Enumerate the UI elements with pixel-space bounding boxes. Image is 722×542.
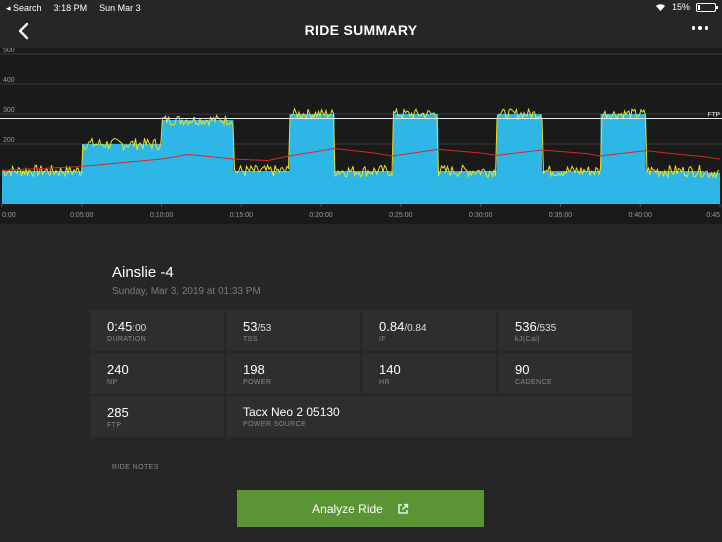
external-link-icon bbox=[398, 503, 409, 514]
x-tick-label: 0:40:00 bbox=[629, 212, 652, 219]
metric-ftp: 285 FTP bbox=[90, 396, 224, 437]
metric-label: TSS bbox=[243, 336, 258, 343]
metric-tss: 53/53 TSS bbox=[226, 310, 360, 351]
y-tick-label: 400 bbox=[3, 77, 15, 84]
metrics-grid: 0:45:00 DURATION 53/53 TSS 0.84/0.84 IF … bbox=[90, 310, 632, 437]
metric-if: 0.84/0.84 IF bbox=[362, 310, 496, 351]
metric-value: 0:45 bbox=[107, 319, 133, 334]
metric-label: NP bbox=[107, 379, 118, 386]
metric-value: 140 bbox=[379, 362, 401, 377]
metric-value: 240 bbox=[107, 362, 129, 377]
analyze-ride-label: Analyze Ride bbox=[312, 501, 383, 516]
y-tick-label: 200 bbox=[3, 137, 15, 144]
ride-name: Ainslie -4 bbox=[112, 264, 174, 281]
ride-notes-label[interactable]: RIDE NOTES bbox=[112, 464, 159, 471]
metric-label: DURATION bbox=[107, 336, 147, 343]
metric-value: 53 bbox=[243, 319, 258, 334]
metric-value: 0.84 bbox=[379, 319, 405, 334]
x-tick-label: 0:05:00 bbox=[70, 212, 93, 219]
x-tick-label: 0:45 bbox=[706, 212, 720, 219]
metric-value: 536 bbox=[515, 319, 537, 334]
metric-value: Tacx Neo 2 05130 bbox=[243, 405, 340, 419]
battery-icon bbox=[696, 2, 718, 12]
metric-label: kJ(Cal) bbox=[515, 336, 540, 343]
y-tick-label: 300 bbox=[3, 107, 15, 114]
more-dot bbox=[698, 26, 702, 30]
battery-percent: 15% bbox=[671, 2, 690, 12]
more-dot bbox=[704, 26, 708, 30]
status-date: Sun Mar 3 bbox=[99, 3, 141, 13]
metric-label: FTP bbox=[107, 422, 122, 429]
metric-np: 240 NP bbox=[90, 353, 224, 394]
power-chart[interactable]: 500 400 300 200 FTP 0:00 0:05:00 0:10:00 0:15:00… bbox=[0, 48, 722, 224]
metric-power: 198 POWER bbox=[226, 353, 360, 394]
metric-hr: 140 HR bbox=[362, 353, 496, 394]
metric-sub: /0.84 bbox=[404, 323, 427, 334]
metric-sub: :00 bbox=[132, 323, 147, 334]
status-back-app[interactable]: ◂ Search bbox=[6, 3, 42, 14]
metric-value: 90 bbox=[515, 362, 530, 377]
metric-label: CADENCE bbox=[515, 379, 553, 386]
metric-value: 285 bbox=[107, 405, 129, 420]
x-tick-label: 0:00 bbox=[2, 212, 16, 219]
x-tick-label: 0:20:00 bbox=[309, 212, 332, 219]
x-tick-label: 0:25:00 bbox=[389, 212, 412, 219]
x-tick-label: 0:30:00 bbox=[469, 212, 492, 219]
page-title: RIDE SUMMARY bbox=[304, 22, 418, 38]
metric-sub: /53 bbox=[257, 323, 272, 334]
analyze-ride-button[interactable]: Analyze Ride bbox=[237, 490, 484, 527]
metric-duration: 0:45:00 DURATION bbox=[90, 310, 224, 351]
y-tick-label: 500 bbox=[3, 48, 15, 54]
metric-label: HR bbox=[379, 379, 390, 386]
metric-power-source: Tacx Neo 2 05130 POWER SOURCE bbox=[226, 396, 632, 437]
more-button[interactable] bbox=[691, 26, 708, 30]
status-bar: ◂ Search 3:18 PM Sun Mar 3 15% bbox=[0, 0, 722, 16]
status-back-app-label: Search bbox=[13, 3, 42, 13]
battery-fill bbox=[698, 4, 701, 10]
metric-kj: 536/535 kJ(Cal) bbox=[498, 310, 632, 351]
ftp-label: FTP bbox=[708, 112, 720, 119]
more-dots-icon bbox=[691, 26, 695, 30]
metric-label: IF bbox=[379, 336, 387, 343]
x-tick-label: 0:15:00 bbox=[230, 212, 253, 219]
metric-cadence: 90 CADENCE bbox=[498, 353, 632, 394]
wifi-icon bbox=[655, 3, 665, 11]
metric-label: POWER SOURCE bbox=[243, 421, 307, 428]
ride-date: Sunday, Mar 3, 2019 at 01:33 PM bbox=[112, 286, 261, 297]
status-time: 3:18 PM bbox=[53, 3, 88, 13]
power-chart-svg: 500 400 300 200 FTP 0:00 0:05:00 0:10:00 0:15:00… bbox=[0, 48, 722, 224]
metric-sub: /535 bbox=[536, 323, 557, 334]
x-tick-label: 0:10:00 bbox=[150, 212, 173, 219]
metric-value: 198 bbox=[243, 362, 265, 377]
metric-label: POWER bbox=[243, 379, 272, 386]
nav-bar: RIDE SUMMARY bbox=[0, 16, 722, 48]
x-tick-label: 0:35:00 bbox=[549, 212, 572, 219]
